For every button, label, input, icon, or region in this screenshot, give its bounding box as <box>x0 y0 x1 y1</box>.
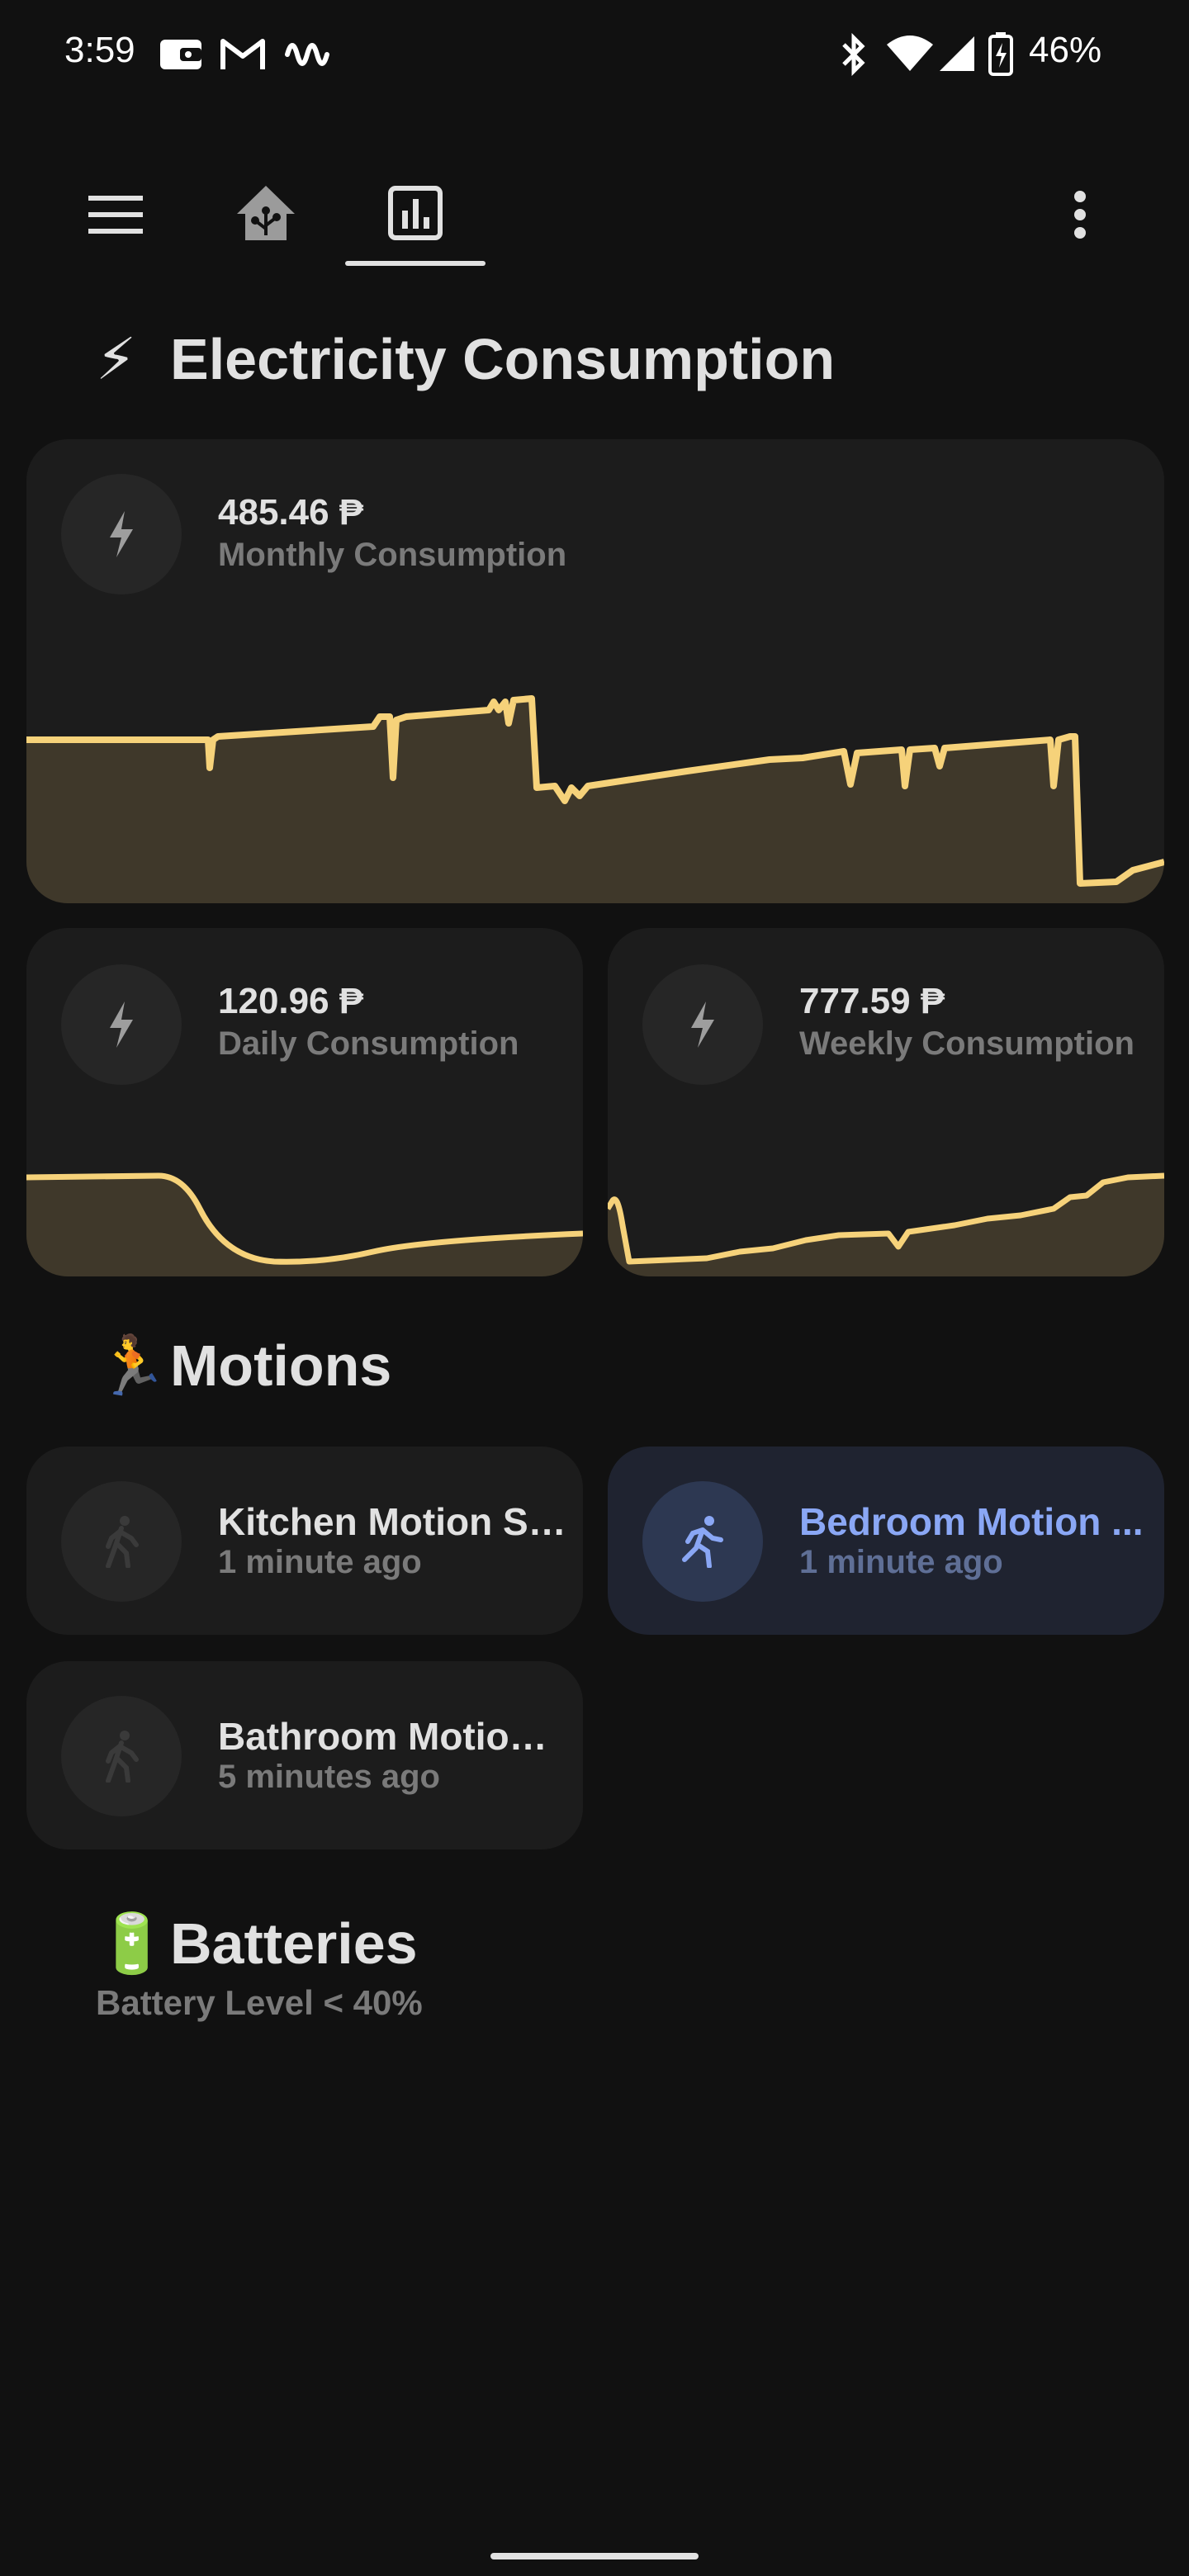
motion-name: Kitchen Motion Se... <box>218 1500 566 1543</box>
monthly-consumption-card[interactable]: 485.46 ₱ Monthly Consumption <box>26 439 1164 903</box>
signal-icon <box>938 35 976 77</box>
home-assistant-icon <box>235 184 296 246</box>
more-vertical-icon[interactable] <box>1022 157 1138 272</box>
motion-name: Bathroom Motion ... <box>218 1715 566 1758</box>
motion-name: Bedroom Motion ... <box>799 1500 1144 1543</box>
gesture-navigation-bar[interactable] <box>490 2553 699 2559</box>
motion-card-kitchen[interactable]: Kitchen Motion Se... 1 minute ago <box>26 1447 583 1635</box>
motion-card-bedroom[interactable]: Bedroom Motion ... 1 minute ago <box>608 1447 1164 1635</box>
monthly-sparkline <box>26 695 1164 903</box>
gmail-icon <box>220 36 266 77</box>
tab-home[interactable] <box>208 157 324 272</box>
tab-energy[interactable] <box>358 157 473 272</box>
section-title-electricity: ⚡ Electricity Consumption <box>96 325 835 393</box>
battery-percent: 46% <box>1029 30 1102 70</box>
lightning-emoji-icon: ⚡ <box>96 327 137 391</box>
run-icon <box>642 1481 763 1602</box>
weekly-consumption-card[interactable]: 777.59 ₱ Weekly Consumption <box>608 928 1164 1276</box>
running-person-emoji-icon: 🏃 <box>96 1333 168 1398</box>
section-title-motions: 🏃Motions <box>96 1333 391 1400</box>
bluetooth-icon <box>837 32 870 80</box>
section-title-text: Motions <box>170 1333 392 1398</box>
tab-selected-indicator <box>345 261 486 266</box>
battery-charging-icon <box>988 31 1014 80</box>
daily-consumption-card[interactable]: 120.96 ₱ Daily Consumption <box>26 928 583 1276</box>
status-time: 3:59 <box>64 30 135 70</box>
weekly-sparkline <box>608 1172 1164 1276</box>
section-title-text: Electricity Consumption <box>170 327 836 391</box>
daily-sparkline <box>26 1172 583 1276</box>
wallet-icon <box>159 36 205 77</box>
motion-card-bathroom[interactable]: Bathroom Motion ... 5 minutes ago <box>26 1661 583 1849</box>
top-toolbar <box>0 124 1189 272</box>
walk-icon <box>61 1696 182 1816</box>
motion-time: 5 minutes ago <box>218 1759 440 1795</box>
section-title-batteries: 🔋Batteries <box>96 1911 418 1978</box>
section-title-text: Batteries <box>170 1911 418 1976</box>
wifi-icon <box>885 35 935 77</box>
assistant-icon <box>284 33 334 80</box>
batteries-subtitle: Battery Level < 40% <box>96 1983 423 2022</box>
battery-emoji-icon: 🔋 <box>96 1911 168 1976</box>
chart-bar-icon <box>388 185 443 244</box>
walk-icon <box>61 1481 182 1602</box>
motion-time: 1 minute ago <box>218 1544 422 1580</box>
hamburger-menu-icon[interactable] <box>58 157 173 272</box>
status-bar: 3:59 46% <box>0 0 1189 107</box>
motion-time: 1 minute ago <box>799 1544 1003 1580</box>
